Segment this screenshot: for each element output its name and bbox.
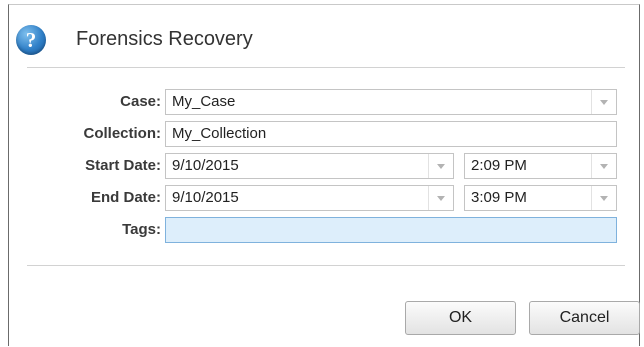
tags-input[interactable] <box>165 217 617 243</box>
chevron-down-icon[interactable] <box>428 154 453 178</box>
chevron-down-icon[interactable] <box>428 186 453 210</box>
collection-label: Collection: <box>83 125 162 142</box>
chevron-down-icon[interactable] <box>591 186 616 210</box>
end-date-value: 9/10/2015 <box>172 189 239 206</box>
forensics-recovery-dialog: ? Forensics Recovery Case: My_Case Colle… <box>8 4 640 346</box>
collection-value: My_Collection <box>172 125 267 142</box>
help-question-icon: ? <box>16 25 46 55</box>
end-time-value: 3:09 PM <box>471 189 527 206</box>
case-value: My_Case <box>172 93 236 110</box>
divider <box>27 67 625 68</box>
collection-field[interactable]: My_Collection <box>165 121 617 147</box>
start-time-picker[interactable]: 2:09 PM <box>464 153 617 179</box>
end-date-label: End Date: <box>90 189 161 206</box>
end-time-picker[interactable]: 3:09 PM <box>464 185 617 211</box>
start-time-value: 2:09 PM <box>471 157 527 174</box>
tags-label: Tags: <box>122 221 161 238</box>
chevron-down-icon[interactable] <box>591 154 616 178</box>
start-date-picker[interactable]: 9/10/2015 <box>165 153 454 179</box>
chevron-down-icon[interactable] <box>591 90 616 114</box>
dialog-title: Forensics Recovery <box>76 28 253 50</box>
ok-button[interactable]: OK <box>405 301 516 335</box>
cancel-button[interactable]: Cancel <box>529 301 640 335</box>
start-date-label: Start Date: <box>85 157 161 174</box>
start-date-value: 9/10/2015 <box>172 157 239 174</box>
case-select[interactable]: My_Case <box>165 89 617 115</box>
case-label: Case: <box>120 93 161 110</box>
end-date-picker[interactable]: 9/10/2015 <box>165 185 454 211</box>
divider <box>27 265 625 266</box>
